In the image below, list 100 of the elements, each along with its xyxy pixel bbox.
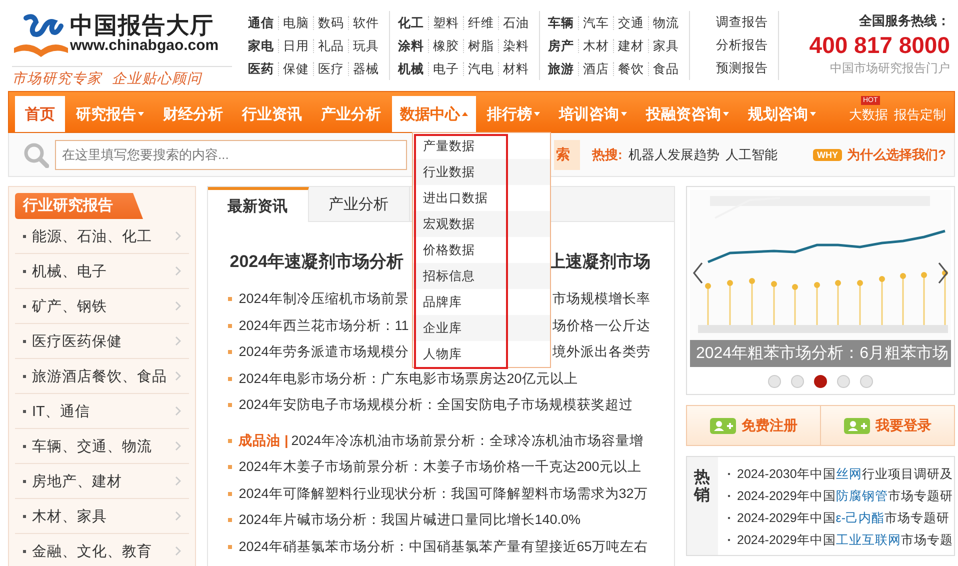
sidebar-item[interactable]: 机械、电子	[15, 254, 189, 289]
category-link[interactable]: 交通	[613, 16, 648, 30]
category-link[interactable]: 软件	[348, 16, 383, 30]
menu-item[interactable]: 人物库	[413, 341, 550, 367]
portal-caption: 中国市场研究报告门户	[829, 60, 950, 77]
menu-item[interactable]: 品牌库	[413, 289, 550, 315]
category-link[interactable]: 电脑	[278, 16, 313, 30]
chevron-right-icon	[174, 476, 181, 486]
category-link[interactable]: 数码	[313, 16, 348, 30]
news-link[interactable]: 2024年西兰花市场分析：11	[238, 316, 412, 335]
category-link[interactable]: 器械	[348, 62, 383, 76]
category-link[interactable]: 食品	[648, 62, 683, 76]
category-link[interactable]: 物流	[648, 16, 683, 30]
report-title[interactable]: 2024-2029年中国工业互联网市场专题	[728, 529, 953, 551]
news-link[interactable]: 2024年劳务派遣市场规模分	[238, 343, 412, 362]
report-title[interactable]: 2024-2030年中国丝网行业项目调研及	[728, 463, 953, 485]
category-link[interactable]: 家具	[648, 38, 683, 52]
sidebar-item[interactable]: 车辆、交通、物流	[15, 429, 189, 464]
sidebar-item[interactable]: 能源、石油、化工	[15, 219, 189, 254]
menu-item[interactable]: 招标信息	[413, 263, 550, 289]
keyword-link[interactable]: 防腐钢管	[836, 488, 888, 504]
sidebar-item[interactable]: 金融、文化、教育	[15, 534, 189, 566]
category-link[interactable]: 保健	[278, 62, 313, 76]
carousel-dot[interactable]	[814, 375, 827, 388]
sidebar-item[interactable]: 旅游酒店餐饮、食品	[15, 359, 189, 394]
category-link[interactable]: 石油	[498, 16, 533, 30]
category-link[interactable]: 化工	[398, 16, 428, 30]
report-link[interactable]: 调查报告	[716, 11, 768, 34]
news-link[interactable]: 2024年片碱市场分析：我国片碱进口量同比增长140.0%	[238, 511, 581, 530]
category-link[interactable]: 餐饮	[613, 62, 648, 76]
category-link[interactable]: 家电	[248, 38, 278, 52]
menu-item[interactable]: 行业数据	[413, 159, 550, 185]
search-field[interactable]: 在这里填写您要搜索的内容...	[55, 140, 407, 170]
menu-item[interactable]: 进出口数据	[413, 185, 550, 211]
keyword-link[interactable]: 丝网	[836, 466, 862, 482]
category-link[interactable]: 材料	[498, 62, 533, 76]
hotline-label: 全国服务热线：	[858, 12, 950, 30]
headline[interactable]: 2024年速凝剂市场分析	[230, 250, 411, 272]
caret-icon	[723, 112, 729, 116]
caret-icon	[138, 112, 144, 116]
chevron-right-icon	[174, 511, 181, 521]
category-link[interactable]: 汽车	[578, 16, 613, 30]
news-link[interactable]: 2024年硝基氯苯市场分析：中国硝基氯苯产量有望接近65万吨左右	[238, 538, 648, 556]
menu-item[interactable]: 产量数据	[413, 133, 550, 159]
sidebar-item[interactable]: IT、通信	[15, 394, 189, 429]
category-link[interactable]: 房产	[548, 38, 578, 52]
sidebar-title: 行业研究报告	[15, 193, 143, 219]
site-name: 中国报告大厅	[70, 12, 215, 38]
news-link[interactable]: 2024年电影市场分析：广东电影市场票房达20亿元以上	[238, 370, 578, 388]
category-link[interactable]: 酒店	[578, 62, 613, 76]
category-link[interactable]: 车辆	[548, 16, 578, 30]
keyword-link[interactable]: ε-己内酯	[836, 510, 885, 526]
news-tab[interactable]: 产业分析	[308, 187, 410, 221]
category-link[interactable]: 礼品	[313, 38, 348, 52]
category-link[interactable]: 建材	[613, 38, 648, 52]
sidebar-item[interactable]: 矿产、钢铁	[15, 289, 189, 324]
site-url: www.chinabgao.com	[70, 38, 220, 54]
news-link[interactable]: 2024年冷冻机油市场前景分析：全球冷冻机油市场容量增	[291, 432, 644, 450]
caret-icon	[810, 112, 816, 116]
news-link[interactable]: 境外派出各类劳	[552, 343, 651, 362]
news-link[interactable]: 场价格一公斤达	[552, 316, 651, 335]
news-link[interactable]: 市场规模增长率	[552, 290, 651, 308]
news-link[interactable]: 2024年可降解塑料行业现状分析：我国可降解塑料市场需求为32万	[238, 484, 648, 503]
caret-icon	[534, 112, 540, 116]
nav-tab[interactable]: 首页	[15, 96, 65, 132]
category-link[interactable]: 树脂	[463, 38, 498, 52]
report-link[interactable]: 分析报告	[716, 34, 768, 57]
news-link[interactable]: 2024年木姜子市场前景分析：木姜子市场价格一千克达200元以上	[238, 458, 642, 476]
category-link[interactable]: 染料	[498, 38, 533, 52]
news-link[interactable]: 2024年安防电子市场规模分析：全国安防电子市场规模获奖超过	[238, 396, 633, 414]
category-link[interactable]: 日用	[278, 38, 313, 52]
category-link[interactable]: 旅游	[548, 62, 578, 76]
news-link[interactable]: 2024年制冷压缩机市场前景	[238, 290, 412, 308]
report-link[interactable]: 预测报告	[716, 57, 768, 80]
menu-item[interactable]: 宏观数据	[413, 211, 550, 237]
report-title[interactable]: 2024-2029年中国防腐钢管市场专题研	[728, 485, 953, 507]
menu-item[interactable]: 价格数据	[413, 237, 550, 263]
keyword-link[interactable]: 工业互联网	[836, 532, 901, 548]
hot-search-link[interactable]: 机器人发展趋势	[628, 146, 720, 164]
category-link[interactable]: 通信	[248, 16, 278, 30]
hot-search-link[interactable]: 人工智能	[725, 146, 778, 164]
category-link[interactable]: 机械	[398, 62, 428, 76]
search-icon	[23, 142, 49, 168]
news-tab[interactable]: 最新资讯	[208, 187, 309, 222]
category-link[interactable]: 医药	[248, 62, 278, 76]
category-link[interactable]: 纤维	[463, 16, 498, 30]
category-link[interactable]: 医疗	[313, 62, 348, 76]
category-link[interactable]: 电子	[428, 62, 463, 76]
sidebar-item[interactable]: 木材、家具	[15, 499, 189, 534]
category-link[interactable]: 汽电	[463, 62, 498, 76]
sidebar-item[interactable]: 房地产、建材	[15, 464, 189, 499]
menu-item[interactable]: 企业库	[413, 315, 550, 341]
category-link[interactable]: 橡胶	[428, 38, 463, 52]
category-link[interactable]: 木材	[578, 38, 613, 52]
sidebar-item[interactable]: 医疗医药保健	[15, 324, 189, 359]
chevron-right-icon	[174, 546, 181, 556]
category-link[interactable]: 塑料	[428, 16, 463, 30]
category-link[interactable]: 玩具	[348, 38, 383, 52]
category-link[interactable]: 涂料	[398, 38, 428, 52]
report-title[interactable]: 2024-2029年中国ε-己内酯市场专题研	[728, 507, 953, 529]
